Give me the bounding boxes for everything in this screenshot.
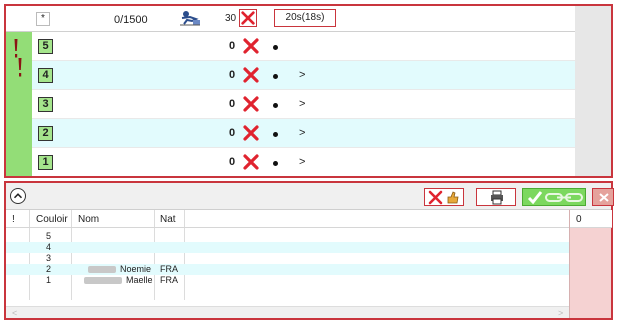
runner-icon[interactable] [178,9,202,27]
timer-display[interactable]: 20s(18s) [274,9,336,27]
lane-arrow[interactable]: > [299,98,305,110]
lane-number[interactable]: 5 [38,39,53,54]
lane-arrow[interactable]: > [299,156,305,168]
validate-link-button[interactable] [522,188,586,206]
thumbs-up-icon [447,191,459,204]
lane-arrow[interactable]: > [299,69,305,81]
lanes-panel: * 0/1500 30 20s(18s) 5 0 4 0 > 3 0 > 2 0… [4,4,613,178]
results-table: ! Couloir Nom Nat 5 4 3 2 Noemie FRA 1 M… [6,210,569,318]
close-icon [599,193,609,202]
table-row[interactable]: 2 Noemie FRA [6,264,569,275]
chain-link-icon [545,193,583,202]
couloir-cell: 3 [46,253,52,263]
redacted-surname [88,266,116,273]
red-x-icon[interactable] [242,124,260,142]
lane-row[interactable]: 1 0 > [32,148,575,176]
lane-row[interactable]: 5 0 [32,32,575,60]
exclamation-icon [18,58,22,77]
lane-arrow[interactable]: > [299,127,305,139]
nat-cell: FRA [160,275,178,285]
side-results-pane: 0 [569,210,612,318]
results-toolbar [6,183,614,210]
star-cell[interactable]: * [36,12,50,26]
column-header-nat[interactable]: Nat [160,210,176,228]
count-value: 30 [225,13,237,24]
table-row[interactable]: 5 [6,231,569,242]
couloir-cell: 5 [46,231,52,241]
exclamation-icon [14,39,18,58]
side-pane-header[interactable]: 0 [570,210,612,228]
column-header-flag[interactable]: ! [12,210,15,228]
red-x-icon[interactable] [242,153,260,171]
lanes-header: * 0/1500 30 20s(18s) [6,6,575,32]
horizontal-scrollbar[interactable]: < > [6,306,569,318]
lane-number[interactable]: 2 [38,126,53,141]
couloir-cell: 1 [46,275,52,285]
lane-number[interactable]: 3 [38,97,53,112]
chevron-up-icon[interactable] [10,188,26,204]
scroll-left-arrow[interactable]: < [12,308,17,318]
lane-score: 0 [229,98,236,110]
nom-cell: Noemie [120,264,152,274]
red-x-icon[interactable] [242,66,260,84]
couloir-cell: 4 [46,242,52,252]
redacted-surname [84,277,122,284]
close-button[interactable] [592,188,614,206]
lane-dot [273,103,278,108]
lane-score: 0 [229,40,236,52]
lane-dot [273,161,278,166]
column-header-nom[interactable]: Nom [78,210,99,228]
red-x-icon [428,190,443,205]
lane-score: 0 [229,156,236,168]
reject-button[interactable] [424,188,464,206]
lane-number[interactable]: 1 [38,155,53,170]
couloir-cell: 2 [46,264,52,274]
lane-row[interactable]: 2 0 > [32,119,575,147]
checkmark-icon [527,191,543,205]
lane-score: 0 [229,69,236,81]
red-x-icon[interactable] [242,37,260,55]
table-row[interactable]: 3 [6,253,569,264]
table-row[interactable]: 4 [6,242,569,253]
table-header: ! Couloir Nom Nat [6,210,569,228]
lane-list: 5 0 4 0 > 3 0 > 2 0 > 1 0 > [32,32,575,176]
lane-dot [273,74,278,79]
printer-icon [491,190,503,205]
nat-cell: FRA [160,264,178,274]
column-header-couloir[interactable]: Couloir [36,210,68,228]
results-panel: ! Couloir Nom Nat 5 4 3 2 Noemie FRA 1 M… [4,181,614,320]
lane-dot [273,132,278,137]
status-bar [6,32,32,176]
red-x-icon[interactable] [239,9,257,27]
table-row[interactable]: 1 Maelle FRA [6,275,569,286]
red-x-icon[interactable] [242,95,260,113]
nom-cell: Maelle [126,275,153,285]
print-button[interactable] [476,188,516,206]
counter-label: 0/1500 [114,14,148,26]
lanes-side-area [575,6,611,176]
lane-dot [273,45,278,50]
lane-number[interactable]: 4 [38,68,53,83]
lane-row[interactable]: 4 0 > [32,61,575,89]
lane-row[interactable]: 3 0 > [32,90,575,118]
lane-score: 0 [229,127,236,139]
scroll-right-arrow[interactable]: > [558,308,563,318]
